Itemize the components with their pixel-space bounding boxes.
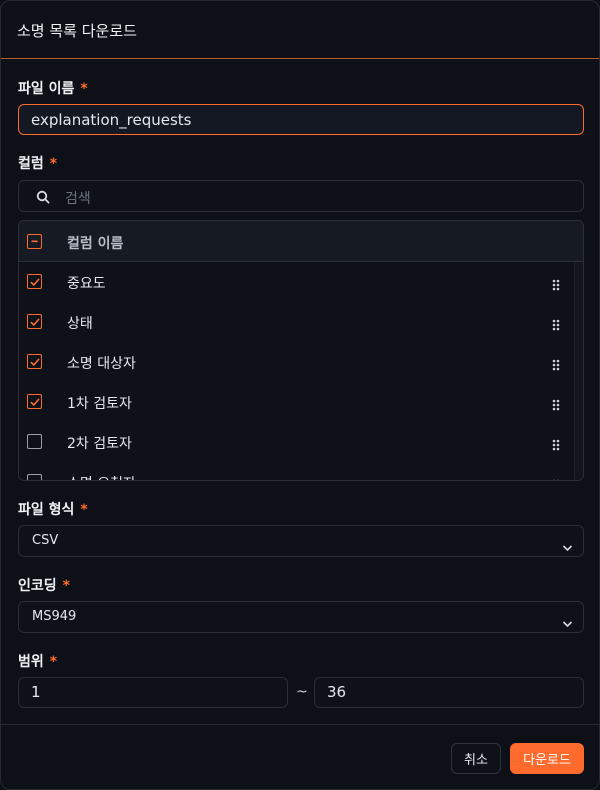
column-item-label: 상태	[67, 316, 93, 332]
drag-handle-icon[interactable]	[552, 396, 560, 415]
column-item-label: 중요도	[67, 276, 106, 292]
chevron-down-icon	[562, 537, 573, 556]
column-item-label: 2차 검토자	[67, 436, 132, 452]
checkbox-unchecked[interactable]	[27, 434, 42, 449]
file-name-label-text: 파일 이름	[18, 81, 75, 97]
search-icon	[36, 189, 50, 208]
required-marker: *	[49, 156, 58, 172]
range-from-value: 1	[31, 683, 41, 701]
list-item[interactable]: 중요도	[19, 262, 583, 302]
encoding-label: 인코딩 *	[18, 575, 70, 595]
list-item[interactable]: 소명 대상자	[19, 342, 583, 382]
file-name-input[interactable]: explanation_requests	[18, 104, 584, 135]
file-name-value: explanation_requests	[31, 110, 192, 129]
select-all-checkbox[interactable]	[27, 234, 42, 249]
search-placeholder: 검색	[65, 191, 91, 207]
range-separator: ~	[296, 684, 308, 700]
list-item[interactable]: 1차 검토자	[19, 382, 583, 422]
file-format-select[interactable]: CSV	[18, 525, 584, 557]
checkbox-unchecked[interactable]	[27, 474, 42, 480]
download-dialog: 소명 목록 다운로드 파일 이름 * explanation_requests 컬…	[0, 0, 600, 790]
drag-handle-icon[interactable]	[552, 356, 560, 375]
download-button[interactable]: 다운로드	[510, 743, 584, 774]
encoding-select[interactable]: MS949	[18, 601, 584, 633]
column-item-label: 1차 검토자	[67, 396, 132, 412]
required-marker: *	[80, 502, 88, 518]
drag-handle-icon[interactable]	[552, 276, 560, 295]
file-name-label: 파일 이름 *	[18, 78, 88, 98]
range-label-text: 범위	[18, 654, 44, 670]
columns-label: 컬럼 *	[18, 153, 57, 173]
column-search-input[interactable]: 검색	[18, 180, 584, 212]
file-format-label: 파일 형식 *	[18, 499, 88, 519]
checkbox-checked[interactable]	[27, 394, 42, 409]
column-list-scrollbar[interactable]	[574, 262, 583, 480]
drag-handle-icon[interactable]	[552, 436, 560, 455]
checkbox-checked[interactable]	[27, 274, 42, 289]
dialog-footer: 취소 다운로드	[1, 724, 599, 789]
required-marker: *	[62, 578, 70, 594]
column-list: 컬럼 이름 중요도상태소명 대상자 1차 검토자 2차 검토자소명 요청자	[18, 220, 584, 481]
cancel-button[interactable]: 취소	[451, 743, 501, 774]
file-format-label-text: 파일 형식	[18, 502, 75, 518]
chevron-down-icon	[562, 613, 573, 632]
range-to-value: 36	[327, 683, 347, 701]
encoding-label-text: 인코딩	[18, 578, 57, 594]
column-item-label: 소명 대상자	[67, 356, 136, 372]
list-item[interactable]: 상태	[19, 302, 583, 342]
encoding-value: MS949	[32, 609, 77, 624]
column-list-header: 컬럼 이름	[19, 221, 583, 262]
list-item[interactable]: 2차 검토자	[19, 422, 583, 462]
range-label: 범위 *	[18, 651, 57, 671]
drag-handle-icon[interactable]	[552, 316, 560, 335]
dialog-title: 소명 목록 다운로드	[17, 22, 137, 40]
drag-handle-icon[interactable]	[552, 476, 560, 480]
column-name-header: 컬럼 이름	[67, 236, 124, 252]
dialog-header: 소명 목록 다운로드	[1, 1, 599, 59]
checkbox-checked[interactable]	[27, 314, 42, 329]
column-item-label: 소명 요청자	[67, 473, 136, 480]
range-to-input[interactable]: 36	[314, 677, 584, 708]
range-from-input[interactable]: 1	[18, 677, 288, 708]
checkbox-checked[interactable]	[27, 354, 42, 369]
required-marker: *	[49, 654, 58, 670]
file-format-value: CSV	[32, 533, 59, 548]
columns-label-text: 컬럼	[18, 156, 44, 172]
required-marker: *	[80, 81, 88, 97]
list-item[interactable]: 소명 요청자	[19, 462, 583, 480]
